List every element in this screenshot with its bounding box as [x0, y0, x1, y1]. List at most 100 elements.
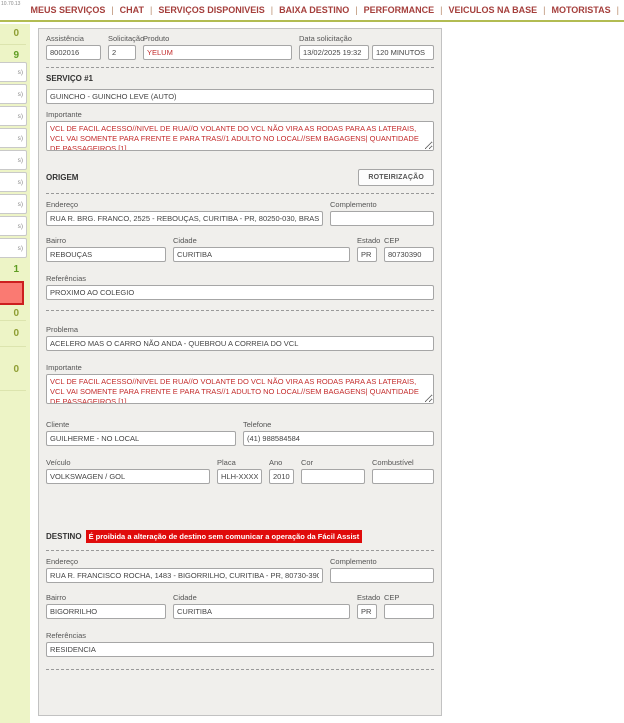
destino-header: DESTINO É proibida a alteração de destin… [46, 530, 434, 543]
truncated-queue-button[interactable]: s) [0, 128, 27, 148]
produto-label: Produto [143, 34, 170, 43]
telefone-label: Telefone [243, 420, 272, 429]
counter-value: 0 [13, 308, 19, 319]
origem-cep-label: CEP [384, 236, 400, 245]
menu-item-baixa-destino[interactable]: BAIXA DESTINO [273, 5, 355, 15]
origem-referencias-input[interactable] [46, 285, 434, 300]
origem-title: ORIGEM [46, 173, 79, 182]
left-counter-sidebar: 0 9 s) s) s) s) s) s) s) s) s) 1 0 0 0 [0, 24, 30, 723]
origem-estado-label: Estado [357, 236, 381, 245]
origem-cidade-label: Cidade [173, 236, 197, 245]
sidebar-divider [0, 320, 26, 321]
veiculo-input[interactable] [46, 469, 210, 484]
menu-item-veiculos-na-base[interactable]: VEICULOS NA BASE [442, 5, 543, 15]
destino-cep-input[interactable] [384, 604, 434, 619]
truncated-queue-button[interactable]: s) [0, 238, 27, 258]
destino-cidade-input[interactable] [173, 604, 350, 619]
truncated-queue-button[interactable]: s) [0, 172, 27, 192]
destino-referencias-input[interactable] [46, 642, 434, 657]
menu-item-servicos-disponiveis[interactable]: SERVIÇOS DISPONIVEIS [152, 5, 270, 15]
servico-input[interactable] [46, 89, 434, 104]
destino-title: DESTINO [46, 532, 82, 541]
assistencia-label: Assistência [46, 34, 84, 43]
alert-highlight-box[interactable] [0, 281, 24, 305]
counter-value: 0 [13, 364, 19, 375]
origem-cidade-input[interactable] [173, 247, 350, 262]
destino-cep-label: CEP [384, 593, 400, 602]
counter-value: 0 [13, 28, 19, 39]
truncated-queue-button[interactable]: s) [0, 106, 27, 126]
placa-label: Placa [217, 458, 236, 467]
destino-endereco-label: Endereço [46, 557, 79, 566]
dashed-divider [46, 310, 434, 311]
menu-item-chat[interactable]: CHAT [114, 5, 150, 15]
origem-endereco-label: Endereço [46, 200, 79, 209]
counter-value: 1 [13, 264, 19, 275]
destino-referencias-label: Referências [46, 631, 87, 640]
destino-warning-badge: É proibida a alteração de destino sem co… [85, 530, 363, 543]
roteirizacao-button[interactable]: ROTEIRIZAÇÃO [358, 169, 434, 186]
dashed-divider [46, 67, 434, 68]
destino-endereco-input[interactable] [46, 568, 323, 583]
corner-ip-text: 10.70.13 [1, 1, 21, 7]
solicitacao-label: Solicitação [108, 34, 145, 43]
origem-cep-input[interactable] [384, 247, 434, 262]
solicitacao-input[interactable] [108, 45, 136, 60]
importante-textarea[interactable]: VCL DE FACIL ACESSO//NIVEL DE RUA//O VOL… [46, 121, 434, 151]
origem-complemento-input[interactable] [330, 211, 434, 226]
origem-bairro-label: Bairro [46, 236, 67, 245]
ano-label: Ano [269, 458, 283, 467]
problema-label: Problema [46, 325, 79, 334]
menu-item-performance[interactable]: PERFORMANCE [358, 5, 441, 15]
origem-complemento-label: Complemento [330, 200, 377, 209]
produto-input[interactable] [143, 45, 292, 60]
combustivel-input[interactable] [372, 469, 434, 484]
problema-input[interactable] [46, 336, 434, 351]
cor-label: Cor [301, 458, 314, 467]
origem-bairro-input[interactable] [46, 247, 166, 262]
service-form-panel: Assistência Solicitação Produto Data sol… [38, 28, 442, 716]
top-menu-bar: 10.70.13 MEUS SERVIÇOS | CHAT | SERVIÇOS… [0, 0, 624, 22]
minutos-input[interactable] [372, 45, 434, 60]
cor-input[interactable] [301, 469, 365, 484]
dashed-divider [46, 550, 434, 551]
ano-input[interactable] [269, 469, 294, 484]
importante2-textarea[interactable]: VCL DE FACIL ACESSO//NIVEL DE RUA//O VOL… [46, 374, 434, 404]
destino-bairro-input[interactable] [46, 604, 166, 619]
counter-value: 9 [13, 50, 19, 61]
main-menu: MEUS SERVIÇOS | CHAT | SERVIÇOS DISPONIV… [24, 5, 624, 15]
menu-item-meus-servicos[interactable]: MEUS SERVIÇOS [24, 5, 111, 15]
origem-referencias-label: Referências [46, 274, 87, 283]
dashed-divider [46, 193, 434, 194]
importante-label: Importante [46, 110, 82, 119]
menu-item-motoristas[interactable]: MOTORISTAS [545, 5, 616, 15]
origem-estado-input[interactable] [357, 247, 377, 262]
telefone-input[interactable] [243, 431, 434, 446]
veiculo-label: Veículo [46, 458, 71, 467]
importante2-label: Importante [46, 363, 82, 372]
sidebar-divider [0, 346, 26, 347]
placa-input[interactable] [217, 469, 262, 484]
origem-endereco-input[interactable] [46, 211, 323, 226]
counter-value: 0 [13, 328, 19, 339]
form-header-row: Assistência Solicitação Produto Data sol… [46, 34, 434, 60]
truncated-queue-button[interactable]: s) [0, 150, 27, 170]
truncated-queue-button[interactable]: s) [0, 62, 27, 82]
destino-cidade-label: Cidade [173, 593, 197, 602]
data-solicitacao-input[interactable] [299, 45, 369, 60]
destino-estado-input[interactable] [357, 604, 377, 619]
sidebar-divider [0, 390, 26, 391]
destino-complemento-input[interactable] [330, 568, 434, 583]
menu-item-gps[interactable]: GPS [619, 5, 624, 15]
truncated-queue-button[interactable]: s) [0, 84, 27, 104]
dashed-divider [46, 669, 434, 670]
cliente-label: Cliente [46, 420, 70, 429]
combustivel-label: Combustível [372, 458, 414, 467]
truncated-queue-button[interactable]: s) [0, 216, 27, 236]
cliente-input[interactable] [46, 431, 236, 446]
assistencia-input[interactable] [46, 45, 101, 60]
servico-title: SERVIÇO #1 [46, 74, 93, 83]
destino-estado-label: Estado [357, 593, 381, 602]
truncated-queue-button[interactable]: s) [0, 194, 27, 214]
destino-bairro-label: Bairro [46, 593, 67, 602]
